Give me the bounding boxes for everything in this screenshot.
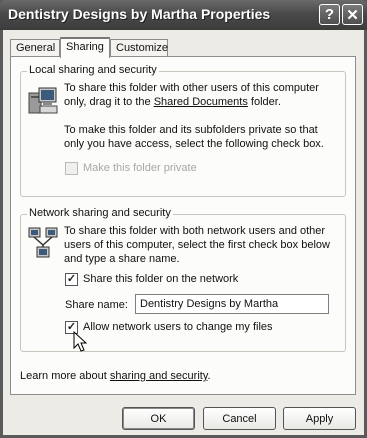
window-title: Dentistry Designs by Martha Properties	[8, 6, 271, 22]
ok-button[interactable]: OK	[122, 407, 195, 430]
network-text-line2: users of this computer, select the first…	[64, 239, 330, 251]
learn-more-suffix: .	[207, 370, 211, 382]
sharing-panel: Local sharing and security To share this…	[10, 56, 356, 395]
tab-sharing-label: Sharing	[66, 41, 104, 53]
dialog-body: General Sharing Customize Local sharing …	[3, 30, 364, 435]
mouse-pointer-icon	[73, 331, 87, 352]
learn-more-text: Learn more about sharing and security.	[20, 370, 211, 383]
local-text-line2-suffix: folder.	[247, 96, 281, 108]
allow-change-checkbox-label: Allow network users to change my files	[83, 321, 273, 333]
share-name-value: Dentistry Designs by Martha	[140, 298, 279, 310]
cancel-button-label: Cancel	[222, 412, 257, 425]
network-icon	[28, 227, 58, 258]
close-button[interactable]: ✕	[342, 4, 363, 25]
share-name-label: Share name:	[65, 299, 128, 311]
local-sharing-legend: Local sharing and security	[27, 64, 159, 76]
share-name-input[interactable]: Dentistry Designs by Martha	[135, 294, 329, 314]
shared-documents-link[interactable]: Shared Documents	[154, 96, 248, 108]
close-icon: ✕	[346, 6, 359, 24]
cancel-button[interactable]: Cancel	[203, 407, 276, 430]
local-sharing-group: Local sharing and security To share this…	[20, 64, 346, 197]
share-folder-checkbox-label: Share this folder on the network	[83, 273, 239, 285]
local-text-line2-prefix: only, drag it to the	[64, 96, 154, 108]
network-sharing-legend: Network sharing and security	[27, 207, 173, 219]
network-text-line1: To share this folder with both network u…	[64, 225, 326, 237]
tab-general-label: General	[16, 42, 56, 54]
local-text-line2: only, drag it to the Shared Documents fo…	[64, 96, 281, 109]
learn-more-prefix: Learn more about	[20, 370, 110, 382]
title-bar[interactable]: Dentistry Designs by Martha Properties ?…	[0, 0, 367, 30]
help-button[interactable]: ?	[319, 4, 340, 25]
private-checkbox[interactable]	[65, 162, 78, 175]
share-folder-checkbox[interactable]: ✓	[65, 273, 78, 286]
sharing-security-link[interactable]: sharing and security	[110, 370, 208, 382]
private-checkbox-label: Make this folder private	[83, 162, 197, 174]
apply-button-label: Apply	[305, 412, 334, 425]
local-text-line1: To share this folder with other users of…	[64, 82, 319, 94]
tab-customize[interactable]: Customize	[110, 39, 168, 57]
computer-icon	[28, 87, 58, 114]
network-text-line3: and type a share name.	[64, 253, 180, 265]
share-folder-check-icon: ✓	[66, 273, 77, 285]
network-sharing-group: Network sharing and security To share th…	[20, 207, 346, 352]
properties-dialog: Dentistry Designs by Martha Properties ?…	[0, 0, 367, 438]
tab-customize-label: Customize	[116, 42, 168, 54]
help-icon: ?	[324, 6, 335, 23]
ok-button-label: OK	[150, 412, 167, 425]
tab-general[interactable]: General	[10, 39, 60, 57]
local-private-text-line2: only you have access, select the followi…	[64, 138, 324, 150]
apply-button[interactable]: Apply	[283, 407, 356, 430]
tab-sharing[interactable]: Sharing	[60, 37, 110, 58]
local-private-text-line1: To make this folder and its subfolders p…	[64, 124, 318, 136]
